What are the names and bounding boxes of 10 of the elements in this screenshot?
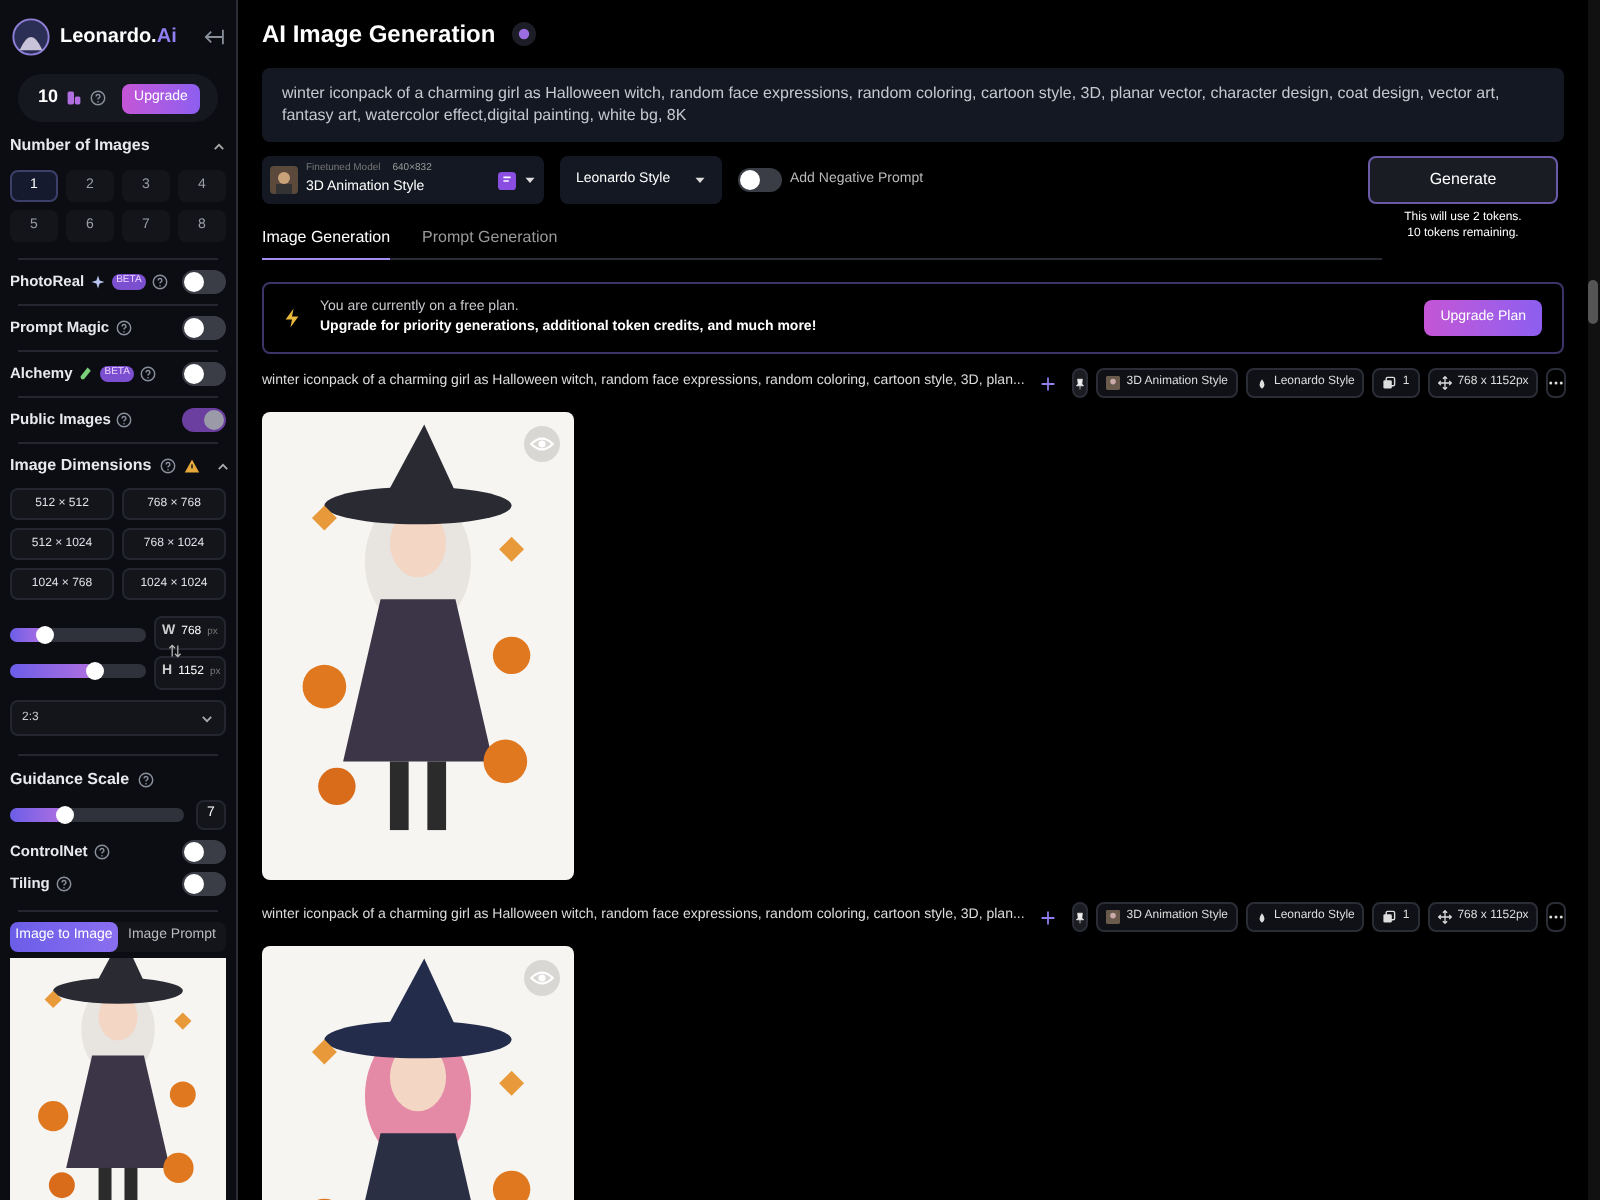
brand-name: Leonardo.Ai: [60, 23, 179, 51]
section-title: Guidance Scale: [10, 768, 130, 792]
section-title: Number of Images: [10, 134, 150, 158]
section-title: Image Dimensions: [10, 454, 152, 478]
prompt-field[interactable]: winter iconpack of a charming girl as Halloween witch, random face expressions, random coloring, cartoon style, 3D, planar vector, character design, coat design, vector art, fantasy art, watercolor effect,digital painting, white bg, 8K: [262, 68, 1564, 142]
generate-button[interactable]: Generate: [1368, 156, 1558, 204]
tab[interactable]: Image Generation: [262, 226, 391, 260]
tab[interactable]: Prompt Generation: [422, 226, 558, 260]
page-title: AI Image Generation: [262, 18, 496, 52]
token-count: 10: [38, 84, 59, 111]
